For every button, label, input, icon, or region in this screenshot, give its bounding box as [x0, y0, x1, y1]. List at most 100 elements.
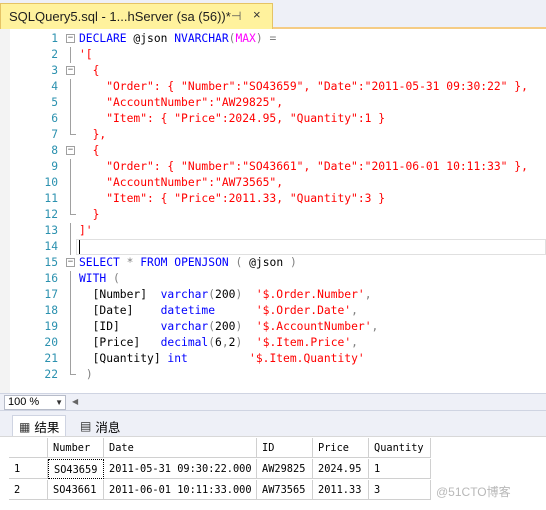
tab-results-label: 结果 [34, 421, 60, 435]
code-text: [ID] varchar(200) '$.AccountNumber', [79, 320, 379, 333]
line-number: 2 [51, 48, 58, 61]
code-text: [Price] decimal(6,2) '$.Item.Price', [79, 336, 358, 349]
fold-guide [66, 271, 76, 287]
tab-title: SQLQuery5.sql - 1...hServer (sa (56))* [9, 9, 231, 24]
column-header[interactable]: Number [48, 438, 104, 458]
table-cell[interactable]: AW29825 [257, 459, 313, 479]
line-number: 22 [44, 368, 58, 381]
fold-end-marker [66, 367, 76, 383]
code-line[interactable]: 9 "Order": { "Number":"SO43661", "Date":… [0, 159, 546, 175]
code-text: DECLARE @json NVARCHAR(MAX) = [79, 32, 277, 45]
line-number: 3 [51, 64, 58, 77]
fold-guide [66, 303, 76, 319]
code-line[interactable]: 17 [Number] varchar(200) '$.Order.Number… [0, 287, 546, 303]
code-text: "Order": { "Number":"SO43659", "Date":"2… [79, 80, 528, 93]
code-text: "Item": { "Price":2024.95, "Quantity":1 … [79, 112, 386, 125]
code-line[interactable]: 4 "Order": { "Number":"SO43659", "Date":… [0, 79, 546, 95]
line-number: 19 [44, 320, 58, 333]
code-line[interactable]: 1− DECLARE @json NVARCHAR(MAX) = [0, 31, 546, 47]
fold-guide [66, 159, 76, 175]
code-line[interactable]: 20 [Price] decimal(6,2) '$.Item.Price', [0, 335, 546, 351]
code-text: ) [85, 368, 93, 381]
collapse-icon[interactable]: − [66, 63, 76, 79]
pin-icon[interactable]: ⊣ [231, 9, 241, 23]
line-number: 13 [44, 224, 58, 237]
code-line[interactable]: 12 } [0, 207, 546, 223]
table-cell[interactable]: 1 [369, 459, 431, 479]
code-line[interactable]: 18 [Date] datetime '$.Order.Date', [0, 303, 546, 319]
table-cell[interactable]: SO43659 [48, 459, 104, 479]
results-tab-strip: ▦ 结果 ▤ 消息 [0, 410, 546, 437]
line-number: 20 [44, 336, 58, 349]
code-text: } [79, 208, 100, 221]
line-number: 12 [44, 208, 58, 221]
line-number: 17 [44, 288, 58, 301]
code-line[interactable]: 8− { [0, 143, 546, 159]
row-header[interactable]: 1 [9, 459, 48, 479]
code-text: ]' [79, 224, 93, 237]
fold-guide [66, 223, 76, 239]
column-header[interactable]: ID [257, 438, 313, 458]
code-text: "Item": { "Price":2011.33, "Quantity":3 … [79, 192, 386, 205]
collapse-icon[interactable]: − [66, 255, 76, 271]
code-text: "AccountNumber":"AW73565", [79, 176, 284, 189]
code-line[interactable]: 19 [ID] varchar(200) '$.AccountNumber', [0, 319, 546, 335]
fold-end-marker [66, 127, 76, 143]
table-cell[interactable]: 2011-06-01 10:11:33.000 [104, 480, 257, 500]
line-number: 10 [44, 176, 58, 189]
code-text: [Number] varchar(200) '$.Order.Number', [79, 288, 372, 301]
code-line[interactable]: 3− { [0, 63, 546, 79]
fold-guide [66, 79, 76, 95]
line-number: 16 [44, 272, 58, 285]
table-cell[interactable]: 2011-05-31 09:30:22.000 [104, 459, 257, 479]
line-number: 21 [44, 352, 58, 365]
table-cell[interactable]: 2011.33 [313, 480, 369, 500]
code-line[interactable]: 22 ) [0, 367, 546, 383]
fold-guide [66, 335, 76, 351]
line-number: 5 [51, 96, 58, 109]
code-line[interactable]: 14 [0, 239, 546, 255]
column-header[interactable]: Quantity [369, 438, 431, 458]
tab-sqlquery5[interactable]: SQLQuery5.sql - 1...hServer (sa (56))* ⊣… [0, 3, 273, 29]
fold-guide [66, 191, 76, 207]
table-cell[interactable]: SO43661 [48, 480, 104, 500]
watermark: @51CTO博客 [436, 485, 511, 499]
row-header[interactable]: 2 [9, 480, 48, 500]
code-line[interactable]: 7 }, [0, 127, 546, 143]
code-line[interactable]: 16 WITH ( [0, 271, 546, 287]
current-line-highlight [76, 239, 546, 255]
tab-results[interactable]: ▦ 结果 [12, 415, 67, 437]
tab-messages[interactable]: ▤ 消息 [74, 415, 126, 437]
code-line[interactable]: 5 "AccountNumber":"AW29825", [0, 95, 546, 111]
scroll-left-icon[interactable]: ◀ [72, 397, 78, 406]
code-line[interactable]: 11 "Item": { "Price":2011.33, "Quantity"… [0, 191, 546, 207]
collapse-icon[interactable]: − [66, 31, 76, 47]
code-line[interactable]: 6 "Item": { "Price":2024.95, "Quantity":… [0, 111, 546, 127]
code-line[interactable]: 10 "AccountNumber":"AW73565", [0, 175, 546, 191]
fold-guide [66, 47, 76, 63]
zoom-select[interactable]: 100 % ▼ [4, 395, 66, 410]
code-line[interactable]: 15− SELECT * FROM OPENJSON ( @json ) [0, 255, 546, 271]
line-number: 14 [44, 240, 58, 253]
table-cell[interactable]: 2024.95 [313, 459, 369, 479]
code-text: WITH ( [79, 272, 120, 285]
column-header[interactable]: Price [313, 438, 369, 458]
code-line[interactable]: 2 '[ [0, 47, 546, 63]
fold-guide [66, 239, 76, 255]
code-text: { [79, 144, 100, 157]
zoom-value: 100 % [8, 396, 40, 408]
fold-guide [66, 95, 76, 111]
grid-corner[interactable] [9, 438, 48, 458]
code-text: SELECT * FROM OPENJSON ( @json ) [79, 256, 297, 269]
collapse-icon[interactable]: − [66, 143, 76, 159]
text-caret [79, 240, 80, 254]
code-line[interactable]: 13 ]' [0, 223, 546, 239]
close-icon[interactable]: × [253, 7, 261, 22]
chevron-down-icon: ▼ [55, 398, 63, 407]
code-text: "AccountNumber":"AW29825", [79, 96, 284, 109]
table-cell[interactable]: 3 [369, 480, 431, 500]
table-cell[interactable]: AW73565 [257, 480, 313, 500]
query-editor[interactable]: 1− DECLARE @json NVARCHAR(MAX) = 2 '[3− {4 … [0, 29, 546, 393]
code-line[interactable]: 21 [Quantity] int '$.Item.Quantity' [0, 351, 546, 367]
column-header[interactable]: Date [104, 438, 257, 458]
